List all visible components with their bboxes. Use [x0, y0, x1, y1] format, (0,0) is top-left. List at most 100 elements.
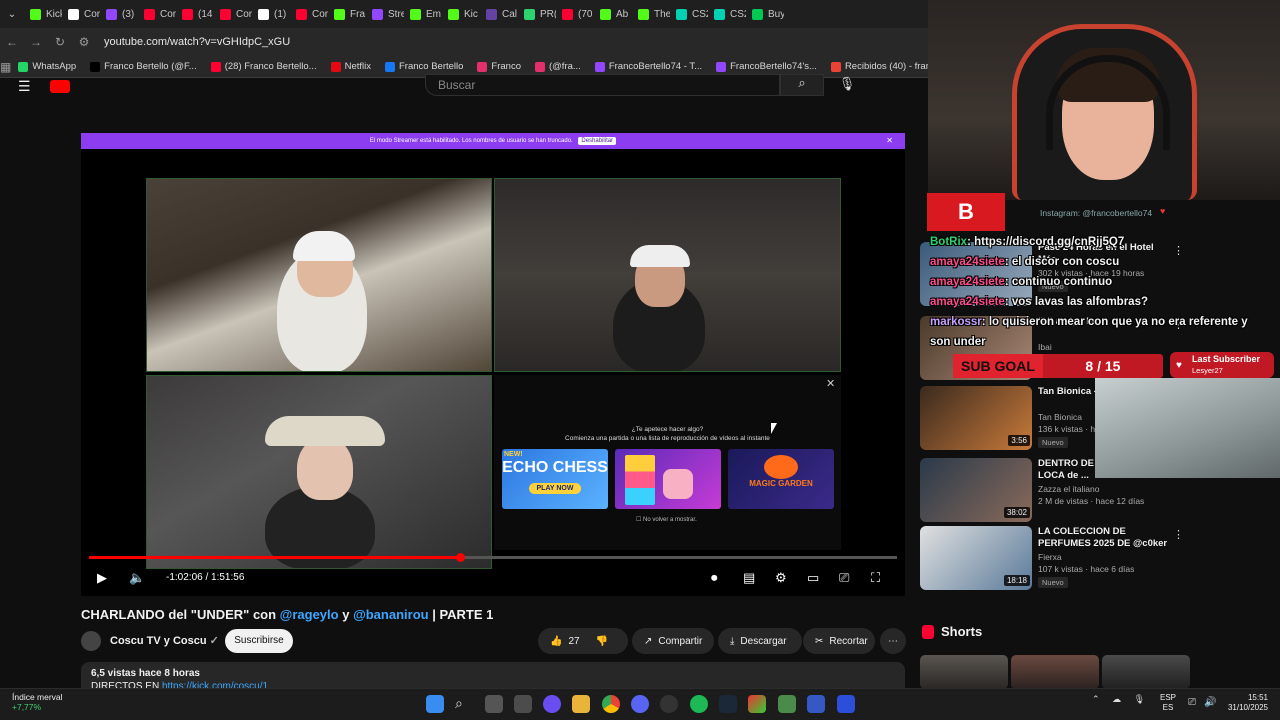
game-card-magic-garden[interactable]: MAGIC GARDEN — [728, 449, 834, 509]
app-icon[interactable] — [807, 695, 825, 713]
browser-tab[interactable]: CS2 — [708, 0, 746, 28]
subtitles-icon[interactable]: ▤ — [743, 570, 755, 586]
cast-icon[interactable]: ⎚ — [839, 570, 849, 586]
autoplay-toggle-icon[interactable]: ⏺ — [711, 570, 718, 586]
url-field[interactable]: youtube.com/watch?v=vGHIdpC_xGU — [104, 36, 290, 48]
bookmark-item[interactable]: FrancoBertello74's... — [709, 61, 824, 72]
theater-mode-icon[interactable]: ▭ — [807, 570, 819, 586]
short-thumbnail[interactable] — [1102, 655, 1190, 689]
language-indicator[interactable]: ESP ES — [1160, 693, 1176, 713]
search-button[interactable]: ⌕ — [780, 74, 824, 96]
browser-tab[interactable]: CS2 — [670, 0, 708, 28]
reload-icon[interactable]: ↻ — [48, 35, 72, 49]
browser-tab[interactable]: Ab — [594, 0, 632, 28]
clip-button[interactable]: ✂ Recortar — [803, 628, 875, 654]
chrome-icon[interactable] — [602, 695, 620, 713]
subscribe-button[interactable]: Suscribirse — [225, 629, 293, 653]
bookmark-item[interactable]: WhatsApp — [11, 61, 83, 72]
discord-icon[interactable] — [631, 695, 649, 713]
settings-gear-icon[interactable]: ⚙ — [775, 570, 787, 586]
recommended-video[interactable]: 18:18 LA COLECCION DE PERFUMES 2025 DE @c… — [920, 526, 1190, 590]
download-button[interactable]: ⤓ Descargar — [718, 628, 802, 654]
browser-tab[interactable]: (14 — [176, 0, 214, 28]
steam-icon[interactable] — [719, 695, 737, 713]
site-info-icon[interactable]: ⚙ — [72, 35, 96, 49]
spotify-icon[interactable] — [690, 695, 708, 713]
bookmark-item[interactable]: Recibidos (40) - fran... — [824, 61, 928, 72]
tab-search-button[interactable]: ⌄ — [0, 0, 24, 28]
chevron-up-icon[interactable]: ⌃ — [1092, 694, 1100, 704]
cloud-icon[interactable]: ☁ — [1112, 694, 1121, 704]
short-thumbnail[interactable] — [1011, 655, 1099, 689]
game-card-blocks[interactable] — [615, 449, 721, 509]
bookmark-item[interactable]: Netflix — [324, 61, 378, 72]
short-thumbnail[interactable] — [920, 655, 1008, 689]
bookmark-item[interactable]: (28) Franco Bertello... — [204, 61, 324, 72]
browser-tab[interactable]: PR( — [518, 0, 556, 28]
browser-tab[interactable]: Fra — [328, 0, 366, 28]
network-icon[interactable]: ⎚ — [1188, 697, 1196, 708]
volume-icon[interactable]: 🔈 — [129, 570, 145, 586]
search-icon[interactable]: ⌕ — [455, 695, 473, 713]
close-icon[interactable]: ✕ — [826, 377, 835, 390]
like-icon[interactable]: 👍 — [550, 636, 562, 647]
channel-name[interactable]: Coscu TV y Coscu ✓ — [110, 634, 219, 647]
system-tray[interactable]: ⌃ ☁ 🎙 — [1092, 694, 1145, 705]
hamburger-menu-icon[interactable]: ☰ — [18, 78, 31, 95]
search-input[interactable]: Buscar — [425, 74, 780, 96]
close-icon[interactable]: ✕ — [886, 133, 893, 149]
bookmark-item[interactable]: Franco — [470, 61, 528, 72]
browser-tab[interactable]: Cor — [214, 0, 252, 28]
more-actions-button[interactable]: ⋯ — [880, 628, 906, 654]
play-icon[interactable]: ▶ — [97, 570, 107, 586]
app-icon[interactable] — [837, 695, 855, 713]
share-button[interactable]: ↗ Compartir — [632, 628, 714, 654]
browser-tab[interactable]: (1) — [252, 0, 290, 28]
apps-grid-icon[interactable]: ▦ — [0, 60, 11, 74]
clock[interactable]: 15:51 31/10/2025 — [1222, 693, 1268, 713]
mention-link[interactable]: @bananirou — [353, 607, 429, 622]
speaker-icon[interactable]: 🔊 — [1204, 697, 1216, 708]
youtube-logo-icon[interactable] — [50, 80, 70, 93]
app-icon[interactable] — [748, 695, 766, 713]
recommended-title[interactable]: LA COLECCION DE PERFUMES 2025 DE @c0ker — [1038, 526, 1168, 550]
bookmark-item[interactable]: Franco Bertello (@F... — [83, 61, 204, 72]
mention-link[interactable]: @rageylo — [280, 607, 339, 622]
bookmark-item[interactable]: FrancoBertello74 - T... — [588, 61, 709, 72]
browser-tab[interactable]: Cor — [290, 0, 328, 28]
bookmark-item[interactable]: (@fra... — [528, 61, 588, 72]
dont-show-again-checkbox[interactable]: ☐ No volver a mostrar. — [636, 516, 697, 523]
windows-start-icon[interactable] — [426, 695, 444, 713]
task-view-icon[interactable] — [485, 695, 503, 713]
streamer-disable-button[interactable]: Deshabilitar — [578, 137, 617, 145]
browser-tab[interactable]: Em — [404, 0, 442, 28]
store-icon[interactable] — [514, 695, 532, 713]
browser-tab[interactable]: Stre — [366, 0, 404, 28]
voice-search-button[interactable]: 🎙 — [836, 76, 858, 96]
browser-tab[interactable]: Kick — [24, 0, 62, 28]
browser-tab[interactable]: (3) — [100, 0, 138, 28]
obs-icon[interactable] — [660, 695, 678, 713]
avatar[interactable] — [81, 631, 101, 651]
more-vertical-icon[interactable]: ⋮ — [1173, 528, 1184, 541]
play-now-button[interactable]: PLAY NOW — [528, 483, 582, 494]
file-explorer-icon[interactable] — [572, 695, 590, 713]
browser-tab[interactable]: (70 — [556, 0, 594, 28]
browser-tab[interactable]: Cor — [62, 0, 100, 28]
browser-tab[interactable]: Cor — [138, 0, 176, 28]
browser-tab[interactable]: Cal — [480, 0, 518, 28]
fullscreen-icon[interactable]: ⛶ — [871, 570, 880, 586]
game-card-echo-chess[interactable]: ECHO CHESS PLAY NOW NEW! — [502, 449, 608, 509]
forward-icon[interactable]: → — [24, 35, 48, 49]
app-icon[interactable] — [778, 695, 796, 713]
microphone-icon[interactable]: 🎙 — [1134, 694, 1145, 704]
back-icon[interactable]: ← — [0, 35, 24, 49]
description-box[interactable]: 6,5 vistas hace 8 horas DIRECTOS EN http… — [81, 662, 905, 692]
dislike-icon[interactable]: 👎 — [596, 636, 608, 647]
stock-widget[interactable]: Índice merval +7,77% — [12, 692, 63, 712]
progress-scrubber[interactable] — [455, 553, 465, 562]
browser-tab[interactable]: Kic — [442, 0, 480, 28]
app-icon[interactable] — [543, 695, 561, 713]
bookmark-item[interactable]: Franco Bertello — [378, 61, 470, 72]
browser-tab[interactable]: The — [632, 0, 670, 28]
